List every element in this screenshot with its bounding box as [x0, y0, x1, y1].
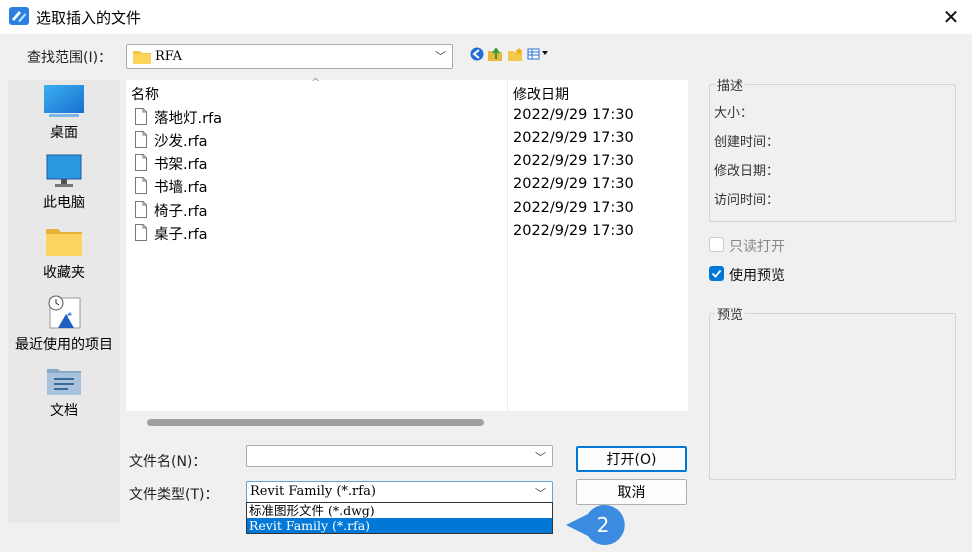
up-folder-icon[interactable] — [486, 45, 504, 63]
file-name: 书墙.rfa — [154, 180, 208, 196]
new-folder-icon[interactable] — [506, 45, 524, 63]
filetype-option-dwg[interactable]: 标准图形文件 (*.dwg) — [247, 503, 552, 518]
file-date: 2022/9/29 17:30 — [513, 153, 634, 169]
lookin-combo[interactable]: RFA ﹀ — [126, 44, 453, 69]
open-button[interactable]: 打开(O) — [576, 446, 687, 472]
window-title: 选取插入的文件 — [36, 9, 142, 27]
filetype-select[interactable]: Revit Family (*.rfa) ﹀ — [246, 481, 553, 503]
file-icon — [135, 201, 147, 218]
filetype-dropdown: 标准图形文件 (*.dwg) Revit Family (*.rfa) — [246, 502, 553, 534]
file-row[interactable]: 书架.rfa 2022/9/29 17:30 — [126, 152, 688, 175]
chevron-down-icon[interactable]: ﹀ — [535, 485, 546, 501]
step-callout: 2 — [566, 505, 625, 545]
modified-label: 修改日期： — [714, 164, 780, 179]
file-date: 2022/9/29 17:30 — [513, 130, 634, 146]
view-menu-icon[interactable] — [527, 45, 553, 63]
lookin-value: RFA — [155, 49, 183, 64]
description-title: 描述 — [715, 75, 746, 94]
filetype-label: 文件类型(T)： — [129, 487, 219, 503]
file-date: 2022/9/29 17:30 — [513, 176, 634, 192]
file-icon — [135, 131, 147, 148]
place-label: 最近使用的项目 — [15, 337, 113, 353]
file-row[interactable]: 落地灯.rfa 2022/9/29 17:30 — [126, 106, 688, 129]
created-label: 创建时间： — [714, 135, 780, 150]
filename-label: 文件名(N)： — [129, 454, 207, 470]
filetype-value: Revit Family (*.rfa) — [250, 484, 376, 499]
file-date: 2022/9/29 17:30 — [513, 223, 634, 239]
preview-group — [709, 313, 956, 480]
file-row[interactable]: 沙发.rfa 2022/9/29 17:30 — [126, 129, 688, 152]
place-label: 文档 — [50, 403, 78, 419]
place-label: 桌面 — [50, 125, 78, 141]
file-row[interactable]: 椅子.rfa 2022/9/29 17:30 — [126, 199, 688, 222]
computer-icon — [46, 154, 82, 187]
preview-label: 使用预览 — [729, 268, 785, 284]
file-icon — [135, 224, 147, 241]
desktop-icon — [44, 85, 84, 117]
filetype-option-rfa[interactable]: Revit Family (*.rfa) — [247, 518, 552, 533]
filename-input[interactable]: ﹀ — [246, 445, 553, 467]
place-favorites[interactable]: 收藏夹 — [8, 224, 120, 282]
file-date: 2022/9/29 17:30 — [513, 107, 634, 123]
place-label: 收藏夹 — [43, 265, 85, 281]
place-recent[interactable]: 最近使用的项目 — [8, 294, 120, 354]
size-label: 大小： — [714, 106, 754, 121]
accessed-label: 访问时间： — [714, 193, 780, 208]
sort-ascending-icon: ^ — [311, 76, 321, 89]
recent-items-icon — [48, 295, 81, 329]
file-name: 桌子.rfa — [154, 227, 208, 243]
file-name: 落地灯.rfa — [154, 111, 223, 127]
file-date: 2022/9/29 17:30 — [513, 200, 634, 216]
cancel-button[interactable]: 取消 — [576, 479, 687, 505]
favorites-folder-icon — [46, 229, 82, 256]
app-logo-icon — [9, 7, 29, 25]
preview-checkbox[interactable] — [709, 266, 724, 281]
file-icon — [135, 154, 147, 171]
column-header-date[interactable]: 修改日期 — [513, 84, 569, 104]
file-name: 沙发.rfa — [154, 134, 208, 150]
checkmark-icon — [711, 269, 722, 278]
step-number: 2 — [597, 513, 610, 537]
readonly-label: 只读打开 — [729, 239, 785, 255]
folder-icon — [133, 51, 151, 64]
lookin-label: 查找范围(I)： — [27, 50, 113, 66]
documents-icon — [47, 369, 81, 395]
place-desktop[interactable]: 桌面 — [8, 84, 120, 142]
column-header-name[interactable]: 名称 — [131, 84, 159, 104]
title-bar — [0, 0, 972, 34]
file-icon — [135, 108, 147, 125]
place-label: 此电脑 — [43, 195, 85, 211]
file-row[interactable]: 书墙.rfa 2022/9/29 17:30 — [126, 175, 688, 198]
place-computer[interactable]: 此电脑 — [8, 154, 120, 212]
place-documents[interactable]: 文档 — [8, 366, 120, 420]
file-name: 椅子.rfa — [154, 204, 208, 220]
readonly-checkbox[interactable] — [709, 237, 724, 252]
file-name: 书架.rfa — [154, 157, 208, 173]
file-icon — [135, 177, 147, 194]
scrollbar-thumb[interactable] — [147, 419, 484, 426]
chevron-down-icon: ﹀ — [435, 50, 446, 63]
globe-back-icon[interactable] — [468, 45, 486, 63]
preview-title: 预览 — [715, 304, 746, 323]
chevron-down-icon[interactable]: ﹀ — [535, 449, 546, 465]
close-icon[interactable]: ✕ — [936, 4, 966, 30]
file-row[interactable]: 桌子.rfa 2022/9/29 17:30 — [126, 222, 688, 245]
